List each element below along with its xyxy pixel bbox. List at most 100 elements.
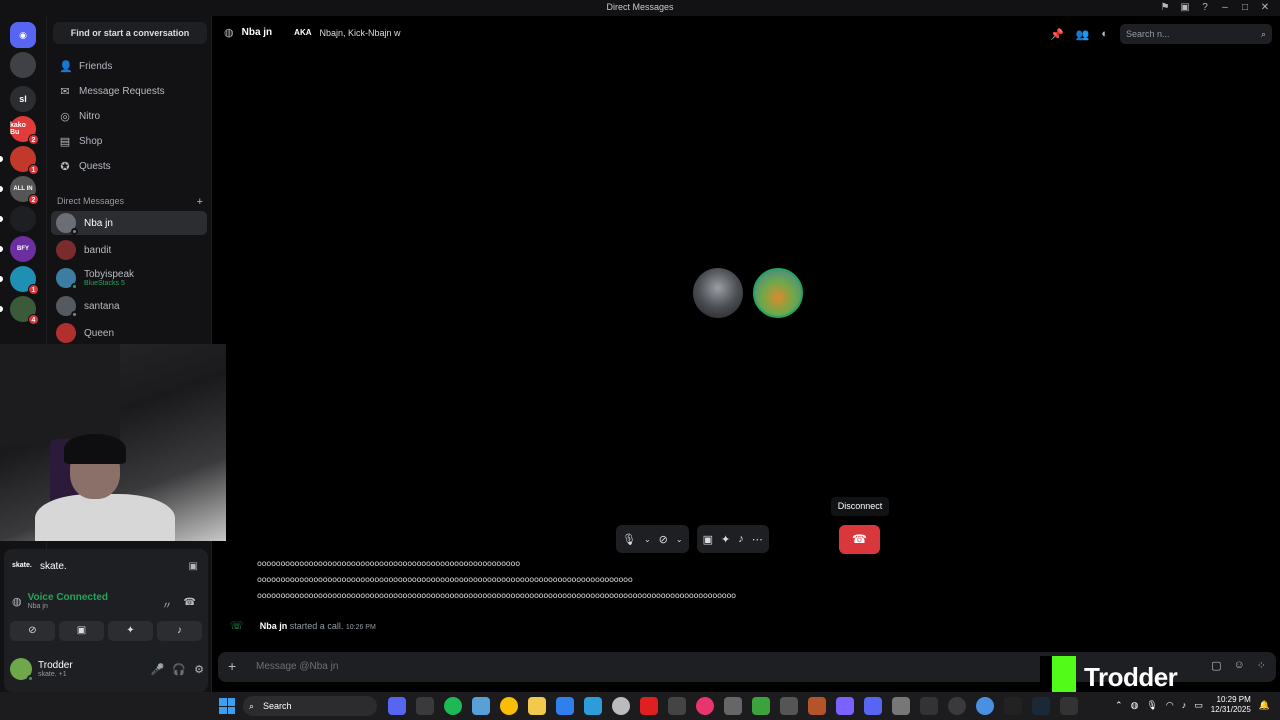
add-friend-icon[interactable]: 👥 — [1076, 28, 1090, 41]
server-icon[interactable]: kako Bu 2 — [10, 116, 39, 145]
chevron-down-icon[interactable]: ⌄ — [644, 535, 651, 544]
server-icon[interactable]: sl — [10, 86, 36, 112]
avatar[interactable] — [10, 658, 34, 682]
app-icon[interactable] — [416, 697, 434, 715]
app-icon[interactable] — [780, 697, 798, 715]
microphone-icon[interactable]: 🎙 — [1146, 700, 1157, 711]
search-input[interactable]: Search n... ⌕ — [1120, 24, 1272, 44]
disconnect-icon[interactable]: ☎ — [184, 597, 196, 608]
settings-icon[interactable]: ⚙ — [194, 663, 204, 676]
nav-nitro[interactable]: ◎ Nitro — [53, 105, 207, 127]
server-icon[interactable] — [10, 52, 36, 78]
emoji-icon[interactable]: ☺ — [1234, 659, 1245, 672]
app-icon[interactable] — [948, 697, 966, 715]
discord-home-icon[interactable]: ◉ — [10, 22, 36, 48]
nav-quests[interactable]: ✪ Quests — [53, 155, 207, 177]
activities-icon[interactable]: ✦ — [721, 533, 730, 546]
headset-icon[interactable]: 🎧 — [172, 663, 186, 676]
screen-share-icon[interactable]: ▣ — [189, 561, 198, 572]
wifi-icon[interactable]: ◠ — [1166, 700, 1174, 711]
friends-icon: 👤 — [59, 60, 73, 73]
server-icon[interactable]: 1 — [10, 266, 39, 295]
chrome-icon[interactable] — [500, 697, 518, 715]
window-title: Direct Messages — [606, 2, 674, 12]
find-conversation-button[interactable]: Find or start a conversation — [53, 22, 207, 44]
camera-button[interactable]: ⊘ — [10, 621, 55, 641]
app-icon[interactable] — [1004, 697, 1022, 715]
server-icon[interactable]: BFY — [10, 236, 36, 262]
spotify-icon[interactable] — [444, 697, 462, 715]
app-icon[interactable] — [668, 697, 686, 715]
app-icon[interactable] — [864, 697, 882, 715]
app-icon[interactable] — [696, 697, 714, 715]
app-icon[interactable] — [836, 697, 854, 715]
noise-suppression-icon[interactable]: 〃 — [162, 597, 172, 612]
message-input[interactable]: Message @Nba jn — [256, 661, 338, 672]
chevron-up-icon[interactable]: ⌃ — [1115, 700, 1123, 711]
pin-icon[interactable]: 📌 — [1050, 28, 1064, 41]
taskbar-clock[interactable]: 10:29 PM 12/31/2025 — [1211, 695, 1251, 715]
call-participant-avatar[interactable] — [753, 268, 803, 318]
minecraft-icon[interactable] — [752, 697, 770, 715]
microphone-icon[interactable]: 🎙 — [622, 533, 636, 546]
dm-item-tobyispeak[interactable]: Tobyispeak BlueStacks 5 — [51, 266, 207, 290]
call-participant-avatar[interactable] — [693, 268, 743, 318]
unread-badge: 4 — [28, 314, 39, 325]
taskbar-search[interactable]: ⌕ Search — [243, 696, 377, 716]
call-author[interactable]: Nba jn — [260, 621, 288, 631]
camera-off-icon[interactable]: ⊘ — [659, 533, 668, 546]
app-icon[interactable] — [612, 697, 630, 715]
app-icon[interactable] — [1060, 697, 1078, 715]
close-icon[interactable]: ✕ — [1258, 1, 1272, 15]
nav-shop[interactable]: ▤ Shop — [53, 130, 207, 152]
server-icon[interactable]: ALL IN 2 — [10, 176, 39, 205]
dm-item-queen[interactable]: Queen — [51, 321, 207, 345]
steam-icon[interactable] — [1032, 697, 1050, 715]
voice-connected-label[interactable]: Voice Connected — [28, 592, 108, 603]
more-icon[interactable]: ⋯ — [752, 533, 763, 546]
soundboard-button[interactable]: ♪ — [157, 621, 202, 641]
create-dm-button[interactable]: + — [197, 196, 203, 208]
file-explorer-icon[interactable] — [528, 697, 546, 715]
app-icon[interactable] — [724, 697, 742, 715]
app-icon[interactable] — [892, 697, 910, 715]
discord-app-icon[interactable] — [388, 697, 406, 715]
server-icon[interactable]: 1 — [10, 146, 39, 175]
apps-icon[interactable]: ⁘ — [1257, 659, 1266, 672]
dm-item-nba-jn[interactable]: Nba jn — [51, 211, 207, 235]
disconnect-button[interactable]: ☎ — [839, 525, 880, 554]
tray-icon[interactable]: ◍ — [1131, 700, 1139, 711]
photos-icon[interactable] — [472, 697, 490, 715]
battery-icon[interactable]: ▭ — [1194, 700, 1203, 711]
microphone-icon[interactable]: 🎤 — [151, 663, 165, 676]
attach-plus-icon[interactable]: + — [228, 658, 236, 674]
screen-share-button[interactable]: ▣ — [59, 621, 104, 641]
windows-start-icon[interactable] — [219, 698, 235, 714]
server-icon[interactable]: 4 — [10, 296, 39, 325]
screen-share-icon[interactable]: ▣ — [703, 533, 713, 546]
screen-icon[interactable]: ▣ — [1178, 1, 1192, 15]
app-icon[interactable] — [584, 697, 602, 715]
help-icon[interactable]: ? — [1198, 1, 1212, 15]
app-icon[interactable] — [808, 697, 826, 715]
dm-item-bandit[interactable]: bandit — [51, 238, 207, 262]
user-status: skate. +1 — [38, 671, 67, 678]
inbox-icon[interactable]: ⚑ — [1158, 1, 1172, 15]
maximize-icon[interactable]: □ — [1238, 1, 1252, 15]
soundboard-icon[interactable]: ♪ — [738, 533, 744, 545]
server-icon[interactable] — [10, 206, 36, 232]
chevron-down-icon[interactable]: ⌄ — [676, 535, 683, 544]
profile-icon[interactable]: ◐ — [1101, 28, 1108, 40]
nav-message-requests[interactable]: ✉ Message Requests — [53, 80, 207, 102]
activities-button[interactable]: ✦ — [108, 621, 153, 641]
app-icon[interactable] — [976, 697, 994, 715]
nav-friends[interactable]: 👤 Friends — [53, 55, 207, 77]
youtube-icon[interactable] — [640, 697, 658, 715]
notification-bell-icon[interactable]: 🔔 — [1259, 700, 1270, 711]
edge-icon[interactable] — [556, 697, 574, 715]
sticker-icon[interactable]: ▢ — [1211, 659, 1221, 672]
dm-item-santana[interactable]: santana — [51, 294, 207, 318]
volume-icon[interactable]: ♪ — [1182, 700, 1187, 710]
app-icon[interactable] — [920, 697, 938, 715]
minimize-icon[interactable]: – — [1218, 1, 1232, 15]
